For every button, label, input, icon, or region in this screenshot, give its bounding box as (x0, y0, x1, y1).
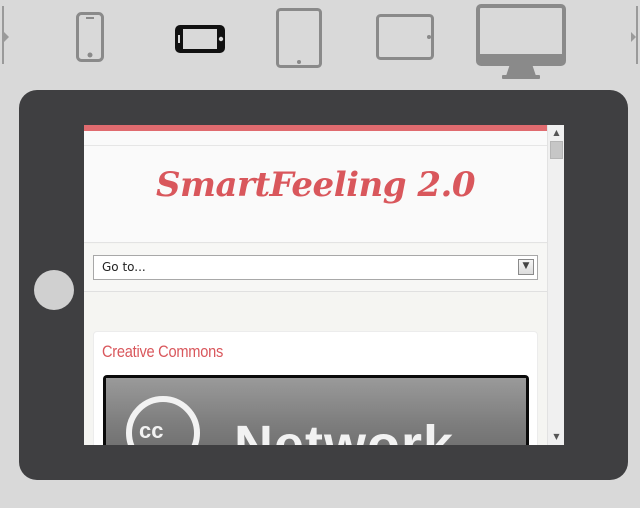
smartphone-portrait-button[interactable] (76, 12, 104, 62)
goto-select[interactable]: Go to... ▼ (93, 255, 538, 280)
next-arrow-icon[interactable] (631, 6, 638, 64)
vertical-scrollbar[interactable]: ▲ ▼ (547, 125, 564, 445)
tablet-landscape-icon (376, 14, 434, 60)
creative-commons-widget: Creative Commons cc Network (93, 331, 538, 445)
tablet-portrait-icon (276, 8, 322, 68)
desktop-button[interactable] (476, 4, 566, 80)
cc-logo-text: cc (139, 418, 164, 443)
goto-select-value: Go to... (102, 260, 146, 274)
desktop-monitor-icon (476, 4, 566, 79)
smartphone-portrait-icon (76, 12, 104, 62)
scroll-thumb[interactable] (550, 141, 563, 159)
header-divider (84, 145, 547, 146)
home-button[interactable] (34, 270, 74, 310)
tablet-landscape-button[interactable] (376, 14, 434, 60)
device-screen: SmartFeeling 2.0 Go to... ▼ Creative Com… (84, 125, 564, 445)
smartphone-landscape-button[interactable] (175, 25, 225, 53)
tablet-portrait-button[interactable] (276, 8, 322, 68)
cc-badge-background: cc Network (106, 378, 526, 445)
site-header: SmartFeeling 2.0 (84, 131, 547, 243)
nav-bar: Go to... ▼ (84, 244, 547, 292)
cc-network-badge[interactable]: cc Network (103, 375, 529, 445)
previous-arrow-icon[interactable] (2, 6, 9, 64)
widget-title: Creative Commons (102, 342, 224, 361)
cc-network-text: Network (234, 415, 455, 445)
tablet-frame: SmartFeeling 2.0 Go to... ▼ Creative Com… (19, 90, 628, 480)
chevron-down-icon: ▼ (518, 259, 534, 275)
smartphone-landscape-icon (175, 25, 225, 53)
scroll-up-icon[interactable]: ▲ (548, 127, 564, 139)
scroll-down-icon[interactable]: ▼ (548, 431, 564, 443)
device-toolbar (0, 0, 640, 80)
site-title[interactable]: SmartFeeling 2.0 (84, 165, 547, 205)
